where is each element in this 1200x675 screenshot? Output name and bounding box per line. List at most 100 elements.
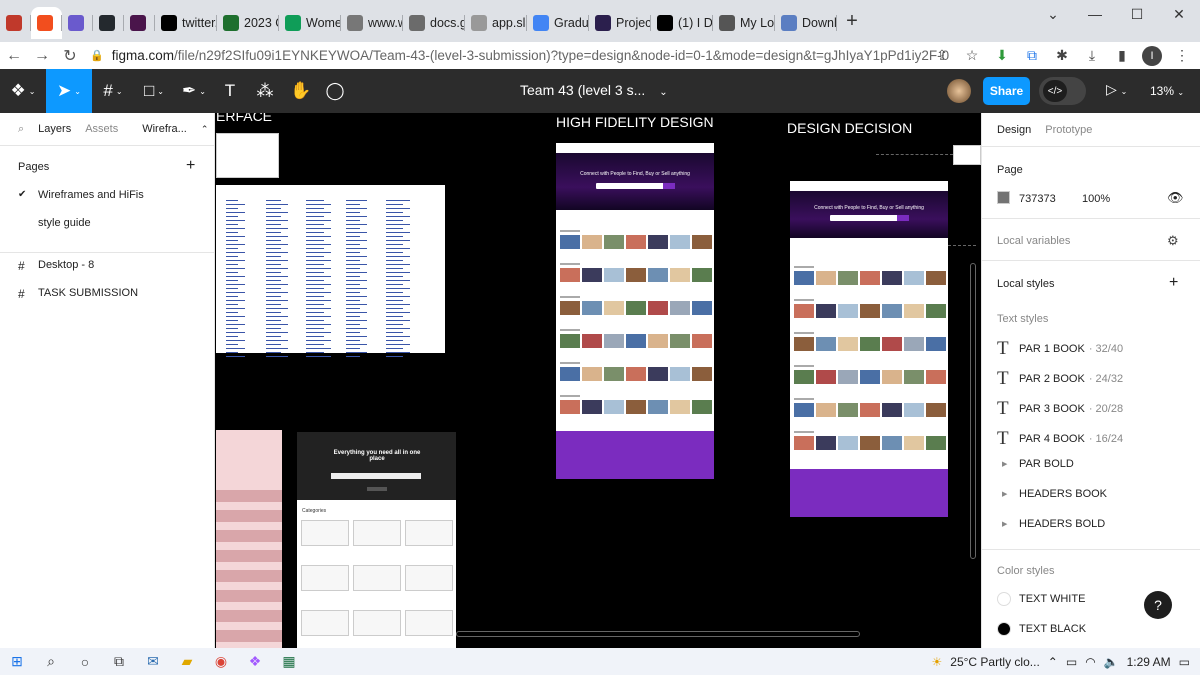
listing-thumbnail[interactable] xyxy=(626,367,646,381)
listing-thumbnail[interactable] xyxy=(604,367,624,381)
search-icon[interactable]: ⌕ xyxy=(34,648,68,675)
listing-thumbnail[interactable] xyxy=(816,370,836,384)
text-style-item[interactable]: ▶ PAR BOLD xyxy=(997,458,1074,470)
listing-thumbnail[interactable] xyxy=(838,370,858,384)
listing-thumbnail[interactable] xyxy=(860,370,880,384)
new-tab-plus-icon[interactable]: + xyxy=(837,10,867,33)
browser-tab[interactable] xyxy=(62,7,93,39)
color-style-item[interactable]: TEXT BLACK xyxy=(997,622,1086,636)
listing-thumbnail[interactable] xyxy=(860,304,880,318)
listing-thumbnail[interactable] xyxy=(816,436,836,450)
layer-item-desktop-8[interactable]: # Desktop - 8 xyxy=(0,259,215,273)
listing-thumbnail[interactable] xyxy=(648,235,668,249)
listing-thumbnail[interactable] xyxy=(582,367,602,381)
listing-thumbnail[interactable] xyxy=(670,367,690,381)
page-opacity-value[interactable]: 100% xyxy=(1082,193,1110,205)
listing-thumbnail[interactable] xyxy=(860,271,880,285)
listing-thumbnail[interactable] xyxy=(904,304,924,318)
listing-thumbnail[interactable] xyxy=(816,271,836,285)
listing-thumbnail[interactable] xyxy=(882,370,902,384)
chevron-up-icon[interactable]: ⌃ xyxy=(201,124,209,135)
weather-icon[interactable]: ☀ xyxy=(932,655,943,669)
windows-start-icon[interactable]: ⊞ xyxy=(0,648,34,675)
comment-tool-icon[interactable]: ◯ xyxy=(318,69,352,113)
listing-thumbnail[interactable] xyxy=(604,334,624,348)
text-style-item[interactable]: T PAR 2 BOOK · 24/32 xyxy=(997,368,1123,390)
local-variables-label[interactable]: Local variables xyxy=(997,235,1070,247)
listing-thumbnail[interactable] xyxy=(794,271,814,285)
zoom-level[interactable]: 13% ⌄ xyxy=(1150,84,1184,98)
browser-tab[interactable]: app.sla xyxy=(465,7,527,39)
listing-thumbnail[interactable] xyxy=(816,304,836,318)
listing-thumbnail[interactable] xyxy=(926,271,946,285)
reload-icon[interactable]: ↻ xyxy=(56,46,84,66)
browser-tab[interactable]: My Lov xyxy=(713,7,775,39)
tab-page-select[interactable]: Wirefra... xyxy=(142,123,187,135)
listing-thumbnail[interactable] xyxy=(604,235,624,249)
search-icon[interactable]: ⌕ xyxy=(18,123,24,136)
listing-thumbnail[interactable] xyxy=(882,337,902,351)
minimize-icon[interactable]: — xyxy=(1074,0,1116,28)
listing-thumbnail[interactable] xyxy=(794,403,814,417)
eye-icon[interactable]: 👁 xyxy=(1167,190,1184,206)
browser-tab[interactable] xyxy=(124,7,155,39)
listing-thumbnail[interactable] xyxy=(604,400,624,414)
listing-thumbnail[interactable] xyxy=(882,436,902,450)
listing-thumbnail[interactable] xyxy=(560,235,580,249)
browser-tab[interactable]: (1) I D I xyxy=(651,7,713,39)
mail-icon[interactable]: ✉ xyxy=(136,648,170,675)
listing-thumbnail[interactable] xyxy=(904,436,924,450)
listing-thumbnail[interactable] xyxy=(882,304,902,318)
forward-icon[interactable]: → xyxy=(28,47,56,65)
hand-tool-icon[interactable]: ✋ xyxy=(284,69,318,113)
listing-thumbnail[interactable] xyxy=(794,304,814,318)
craigslist-reference-frame[interactable] xyxy=(216,185,445,357)
present-play-icon[interactable]: ▷ ⌄ xyxy=(1106,81,1127,98)
listing-thumbnail[interactable] xyxy=(926,403,946,417)
lowfi-wireframe-frame[interactable]: Everything you need all in one place Cat… xyxy=(297,432,456,648)
maximize-icon[interactable]: ☐ xyxy=(1116,0,1158,28)
listing-thumbnail[interactable] xyxy=(604,301,624,315)
text-tool-icon[interactable]: T xyxy=(214,69,246,113)
listing-thumbnail[interactable] xyxy=(670,400,690,414)
text-style-item[interactable]: ▶ HEADERS BOOK xyxy=(997,488,1107,500)
listing-thumbnail[interactable] xyxy=(904,271,924,285)
text-style-item[interactable]: T PAR 4 BOOK · 16/24 xyxy=(997,428,1123,450)
browser-tab[interactable]: www.w xyxy=(341,7,403,39)
listing-thumbnail[interactable] xyxy=(626,334,646,348)
text-style-item[interactable]: T PAR 1 BOOK · 32/40 xyxy=(997,338,1123,360)
listing-thumbnail[interactable] xyxy=(692,400,712,414)
browser-tab[interactable]: Project xyxy=(589,7,651,39)
wifi-icon[interactable]: ◠ xyxy=(1085,655,1095,669)
listing-thumbnail[interactable] xyxy=(926,370,946,384)
listing-thumbnail[interactable] xyxy=(838,403,858,417)
side-panel-icon[interactable]: ▮ xyxy=(1112,46,1132,66)
listing-thumbnail[interactable] xyxy=(794,370,814,384)
chrome-icon[interactable]: ◉ xyxy=(204,648,238,675)
tray-chevron-icon[interactable]: ⌃ xyxy=(1048,655,1058,669)
cortana-icon[interactable]: ○ xyxy=(68,648,102,675)
tab-prototype[interactable]: Prototype xyxy=(1045,124,1092,136)
url-field[interactable]: 🔒 figma.com/file/n29f2SIfu09i1EYNKEYWOA/… xyxy=(90,45,970,67)
listing-thumbnail[interactable] xyxy=(794,337,814,351)
browser-tab[interactable] xyxy=(0,7,31,39)
listing-thumbnail[interactable] xyxy=(560,301,580,315)
extension-translate-icon[interactable]: ⧉ xyxy=(1022,46,1042,66)
file-explorer-icon[interactable]: ▰ xyxy=(170,648,204,675)
listing-thumbnail[interactable] xyxy=(626,235,646,249)
figma-menu-icon[interactable]: ❖ ⌄ xyxy=(0,69,46,113)
help-button[interactable]: ? xyxy=(1144,591,1172,619)
back-icon[interactable]: ← xyxy=(0,47,28,65)
browser-tab[interactable]: Gradua xyxy=(527,7,589,39)
wire-category-card[interactable] xyxy=(405,610,453,636)
listing-thumbnail[interactable] xyxy=(582,235,602,249)
listing-thumbnail[interactable] xyxy=(692,268,712,282)
tab-search-icon[interactable]: ⌄ xyxy=(1032,0,1074,28)
weather-text[interactable]: 25°C Partly clo... xyxy=(950,655,1040,669)
browser-tab[interactable]: Downlc xyxy=(775,7,837,39)
listing-thumbnail[interactable] xyxy=(560,268,580,282)
listing-thumbnail[interactable] xyxy=(582,334,602,348)
move-tool-icon[interactable]: ➤ ⌄ xyxy=(46,69,92,113)
listing-thumbnail[interactable] xyxy=(670,334,690,348)
listing-thumbnail[interactable] xyxy=(648,367,668,381)
